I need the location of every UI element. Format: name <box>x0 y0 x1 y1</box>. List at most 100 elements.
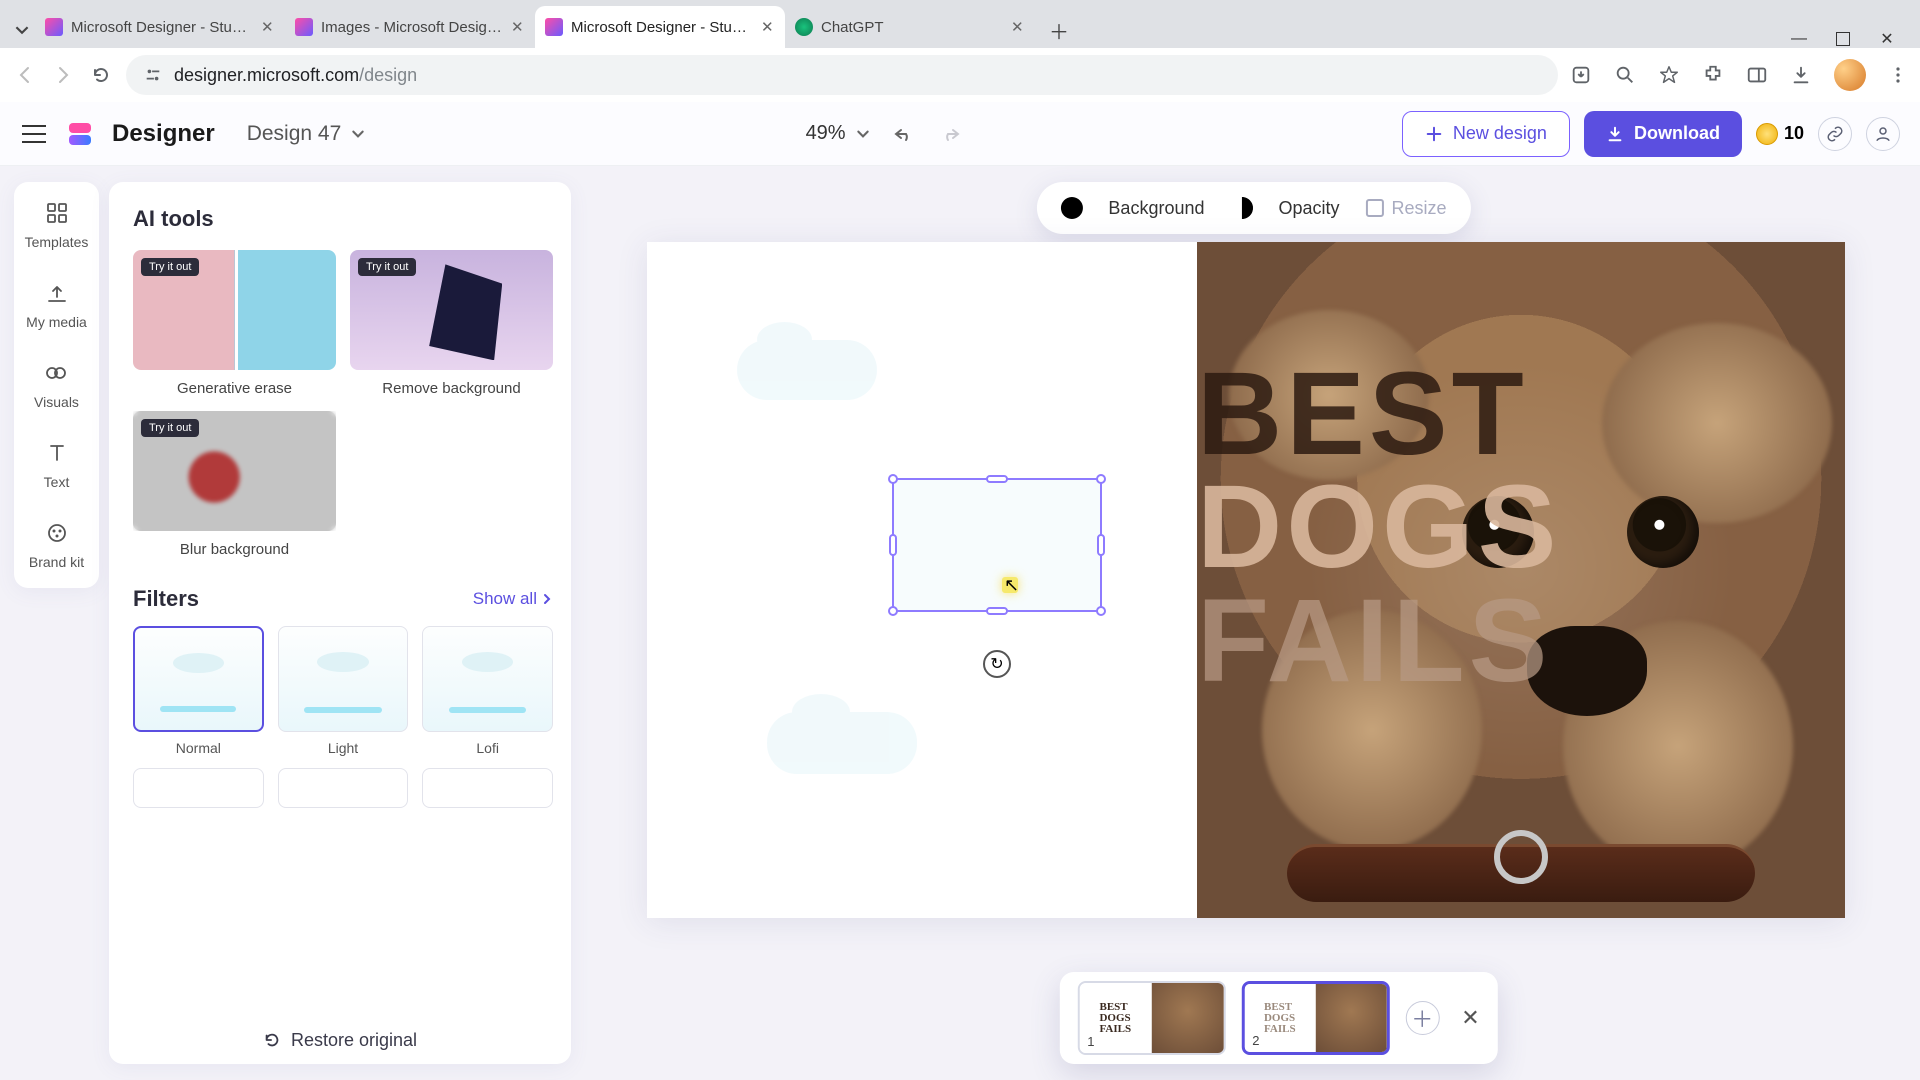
try-badge: Try it out <box>141 419 199 437</box>
headline-line-1: BEST <box>1197 358 1561 471</box>
opacity-label[interactable]: Opacity <box>1279 198 1340 219</box>
tab-2[interactable]: Images - Microsoft Designer ✕ <box>285 6 535 48</box>
bookmark-icon[interactable] <box>1658 64 1680 86</box>
close-icon[interactable]: ✕ <box>761 18 775 36</box>
add-page-button[interactable]: ＋ <box>1405 1001 1439 1035</box>
zoom-dropdown[interactable]: 49% <box>806 122 870 145</box>
close-icon[interactable]: ✕ <box>1011 18 1025 36</box>
new-design-button[interactable]: New design <box>1402 111 1570 157</box>
pages-tray: BEST DOGS FAILS 1 BEST DOGS FAILS 2 ＋ ✕ <box>1059 972 1497 1064</box>
thumb-index-2: 2 <box>1252 1033 1259 1048</box>
dog-image[interactable]: BEST DOGS FAILS <box>1197 242 1845 918</box>
rail-visuals[interactable]: Visuals <box>34 360 79 410</box>
downloads-icon[interactable] <box>1790 64 1812 86</box>
chevron-right-icon <box>541 593 553 605</box>
browser-action-icons <box>1570 59 1908 91</box>
templates-icon <box>44 200 70 226</box>
designer-logo-icon[interactable] <box>66 120 94 148</box>
page-thumb-1[interactable]: BEST DOGS FAILS 1 <box>1077 981 1225 1055</box>
resize-icon <box>1366 199 1384 217</box>
site-info-icon[interactable] <box>144 66 162 84</box>
rail-templates[interactable]: Templates <box>25 200 89 250</box>
side-panel-icon[interactable] <box>1746 64 1768 86</box>
undo-icon[interactable] <box>892 122 916 146</box>
minimize-icon[interactable]: ― <box>1790 30 1808 48</box>
side-panel[interactable]: AI tools Try it out Generative erase Try… <box>109 182 571 1064</box>
hamburger-icon[interactable] <box>20 120 48 148</box>
resize-handle-left[interactable] <box>889 534 897 556</box>
install-app-icon[interactable] <box>1570 64 1592 86</box>
close-icon[interactable]: ✕ <box>1878 30 1896 48</box>
ai-card-blur-background[interactable]: Try it out Blur background <box>133 411 336 558</box>
tab-search-dropdown[interactable] <box>8 12 35 48</box>
left-rail: Templates My media Visuals Text Brand ki… <box>14 182 99 588</box>
background-label[interactable]: Background <box>1108 198 1204 219</box>
resize-handle-tl[interactable] <box>888 474 898 484</box>
artboard[interactable]: ↻ ↖ BEST DOGS FAILS <box>647 242 1845 918</box>
canvas-wrap: ↻ ↖ BEST DOGS FAILS <box>647 242 1910 1080</box>
filters-row: Normal Light Lofi <box>133 626 553 756</box>
filters-title: Filters <box>133 586 199 612</box>
background-swatch-icon[interactable] <box>1060 197 1082 219</box>
tab-3-title: Microsoft Designer - Stunning <box>571 19 753 36</box>
rotate-handle[interactable]: ↻ <box>983 650 1011 678</box>
tab-1-title: Microsoft Designer - Stunning <box>71 19 253 36</box>
page-thumb-2-selected[interactable]: BEST DOGS FAILS 2 <box>1241 981 1389 1055</box>
tab-2-title: Images - Microsoft Designer <box>321 19 503 36</box>
reload-icon[interactable] <box>88 62 114 88</box>
zoom-browser-icon[interactable] <box>1614 64 1636 86</box>
rail-text-label: Text <box>44 474 70 490</box>
ai-card-generative-erase[interactable]: Try it out Generative erase <box>133 250 336 397</box>
tab-3-active[interactable]: Microsoft Designer - Stunning ✕ <box>535 6 785 48</box>
resize-handle-br[interactable] <box>1096 606 1106 616</box>
forward-icon[interactable] <box>50 62 76 88</box>
maximize-icon[interactable] <box>1836 32 1850 46</box>
menu-icon[interactable] <box>1888 65 1908 85</box>
close-tray-icon[interactable]: ✕ <box>1461 1005 1479 1031</box>
resize-handle-bottom[interactable] <box>986 607 1008 615</box>
rail-text[interactable]: Text <box>44 440 70 490</box>
filter-light[interactable]: Light <box>278 626 409 756</box>
filter-placeholder[interactable] <box>422 768 553 808</box>
tab-1[interactable]: Microsoft Designer - Stunning ✕ <box>35 6 285 48</box>
account-icon[interactable] <box>1866 117 1900 151</box>
ai-card-remove-background[interactable]: Try it out Remove background <box>350 250 553 397</box>
back-icon[interactable] <box>12 62 38 88</box>
profile-avatar-icon[interactable] <box>1834 59 1866 91</box>
address-bar[interactable]: designer.microsoft.com/design <box>126 55 1558 95</box>
artboard-headline[interactable]: BEST DOGS FAILS <box>1197 358 1561 698</box>
filter-lofi-label: Lofi <box>476 740 499 756</box>
download-button[interactable]: Download <box>1584 111 1742 157</box>
resize-handle-bl[interactable] <box>888 606 898 616</box>
rail-mymedia[interactable]: My media <box>26 280 87 330</box>
coins-badge[interactable]: 10 <box>1756 123 1804 145</box>
cloud-graphic <box>737 340 877 400</box>
rail-brandkit[interactable]: Brand kit <box>29 520 84 570</box>
cloud-graphic <box>767 712 917 774</box>
zoom-value: 49% <box>806 122 846 145</box>
design-title-dropdown[interactable]: Design 47 <box>247 122 366 146</box>
new-tab-button[interactable]: ＋ <box>1041 12 1077 48</box>
filter-placeholder[interactable] <box>133 768 264 808</box>
restore-label: Restore original <box>291 1030 417 1051</box>
selection-box[interactable]: ↻ <box>892 478 1102 612</box>
filter-lofi[interactable]: Lofi <box>422 626 553 756</box>
opacity-swatch-icon[interactable] <box>1231 197 1253 219</box>
share-link-icon[interactable] <box>1818 117 1852 151</box>
rail-brandkit-label: Brand kit <box>29 554 84 570</box>
close-icon[interactable]: ✕ <box>261 18 275 36</box>
filter-placeholder[interactable] <box>278 768 409 808</box>
restore-original-button[interactable]: Restore original <box>109 1020 571 1060</box>
resize-handle-right[interactable] <box>1097 534 1105 556</box>
app-body: Templates My media Visuals Text Brand ki… <box>0 166 1920 1080</box>
close-icon[interactable]: ✕ <box>511 18 525 36</box>
show-all-link[interactable]: Show all <box>473 589 553 609</box>
tab-4[interactable]: ChatGPT ✕ <box>785 6 1035 48</box>
resize-handle-tr[interactable] <box>1096 474 1106 484</box>
remove-bg-thumb: Try it out <box>350 250 553 370</box>
mouse-cursor: ↖ <box>1002 577 1022 597</box>
headline-line-2: DOGS <box>1197 471 1561 584</box>
filter-normal[interactable]: Normal <box>133 626 264 756</box>
extensions-icon[interactable] <box>1702 64 1724 86</box>
resize-handle-top[interactable] <box>986 475 1008 483</box>
